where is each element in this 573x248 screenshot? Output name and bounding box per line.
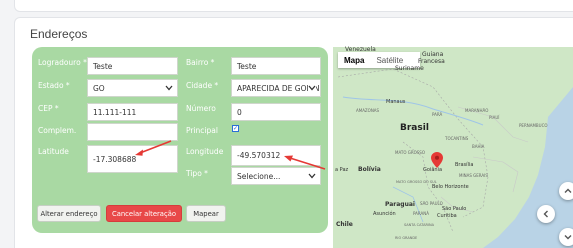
bairro-value: Teste (237, 61, 257, 71)
map-label-chile: Chile (336, 221, 353, 228)
map-label-mato-grosso: MATO GROSSO (395, 150, 425, 155)
map-label-brasil: Brasil (400, 123, 429, 133)
map-label-paraguai: Paraguai (385, 201, 415, 208)
chevron-up-icon (564, 188, 572, 193)
previous-section-card (14, 0, 573, 12)
tab-mapa[interactable]: Mapa (338, 52, 370, 68)
map-label-pernambuco: PERNAMBUCO (519, 123, 548, 128)
map-label-brasilia: Brasília (455, 162, 474, 168)
chevron-left-icon (543, 210, 548, 218)
cep-label: CEP * (38, 104, 59, 113)
scroll-up-button[interactable] (559, 182, 573, 200)
logradouro-label: Logradouro * (38, 58, 87, 67)
chevron-down-icon (308, 173, 316, 179)
map-label-francesa: Francesa (418, 58, 445, 65)
map-label-amazonas: AMAZONAS (356, 108, 380, 113)
latitude-input[interactable]: -17.308688 (87, 145, 178, 173)
tipo-value: Selecione... (237, 171, 281, 181)
bairro-label: Bairro * (186, 58, 215, 67)
chevron-down-icon (165, 85, 173, 91)
longitude-label: Longitude (186, 147, 224, 156)
map-label-bolivia: Bolívia (358, 166, 381, 173)
chevron-down-icon (308, 85, 316, 91)
latitude-label: Latitude (38, 147, 69, 156)
principal-checkbox[interactable]: ✓ (232, 125, 239, 132)
bairro-input[interactable]: Teste (231, 57, 321, 75)
latitude-value: -17.308688 (93, 154, 137, 164)
map-label-maranhao: MARANHÃO (465, 108, 489, 113)
map-label-sao-paulo-state: SÃO PAULO (420, 201, 443, 206)
longitude-input[interactable]: -49.570312 (231, 145, 321, 166)
map-label-asuncion: Asunción (373, 211, 396, 217)
complemento-label: Complem. (38, 126, 77, 135)
chevron-down-icon (564, 235, 572, 240)
location-marker-icon[interactable] (431, 152, 443, 168)
cancelar-alteracao-button[interactable]: Cancelar alteração (106, 205, 182, 222)
cep-value: 11.111-111 (93, 107, 137, 117)
complemento-input[interactable] (87, 123, 178, 141)
map-label-piaui: PIAUÍ (489, 115, 500, 120)
map-label-goiania: Goiânia (423, 167, 443, 173)
map-label-guiana: Guiana (422, 51, 444, 58)
longitude-value: -49.570312 (237, 151, 281, 160)
map-label-belo-horizonte: Belo Horizonte (432, 184, 469, 190)
alterar-endereco-button[interactable]: Alterar endereço (37, 205, 101, 222)
scroll-down-button[interactable] (559, 228, 573, 246)
map-label-a-paz: a Paz (335, 167, 349, 173)
tipo-select[interactable]: Selecione... (231, 167, 321, 185)
logradouro-input[interactable]: Teste (87, 57, 178, 75)
map-label-suriname: Suriname (395, 65, 424, 72)
cidade-select[interactable]: APARECIDA DE GOIANIA (231, 79, 321, 97)
numero-input[interactable]: 0 (231, 103, 321, 121)
mapear-button[interactable]: Mapear (186, 205, 226, 222)
map-label-rio-grande: RIO GRANDE (395, 236, 418, 240)
estado-select[interactable]: GO (87, 79, 178, 97)
numero-label: Número (186, 104, 216, 113)
check-icon: ✓ (232, 125, 239, 132)
section-title: Endereços (30, 27, 88, 41)
map-pan-left-button[interactable] (537, 205, 555, 223)
map-label-minas-gerais: MINAS GERAIS (459, 173, 488, 178)
map-label-para: PARÁ (432, 112, 443, 117)
estado-value: GO (93, 83, 105, 93)
logradouro-value: Teste (93, 61, 113, 71)
map-label-bahia: BAHIA (472, 144, 485, 149)
map-label-manaus: Manaus (386, 99, 406, 105)
map-label-sao-paulo-city: São Paulo (442, 206, 467, 212)
tipo-label: Tipo * (186, 169, 208, 178)
map-label-mato-grosso-do-sul: MATO GROSSO DO SUL (396, 180, 437, 184)
cidade-label: Cidade * (186, 81, 219, 90)
cep-input[interactable]: 11.111-111 (87, 103, 178, 121)
numero-value: 0 (237, 107, 242, 117)
principal-label: Principal (186, 126, 218, 135)
map-label-curitiba: Curitiba (437, 213, 457, 219)
estado-label: Estado * (38, 81, 70, 90)
map-label-santa-catarina: SANTA CATARINA (404, 223, 434, 227)
map-label-venezuela: Venezuela (345, 46, 376, 53)
map-label-parana: PARANÁ (413, 211, 429, 216)
map-label-tocantins: TOCANTINS (445, 136, 469, 141)
